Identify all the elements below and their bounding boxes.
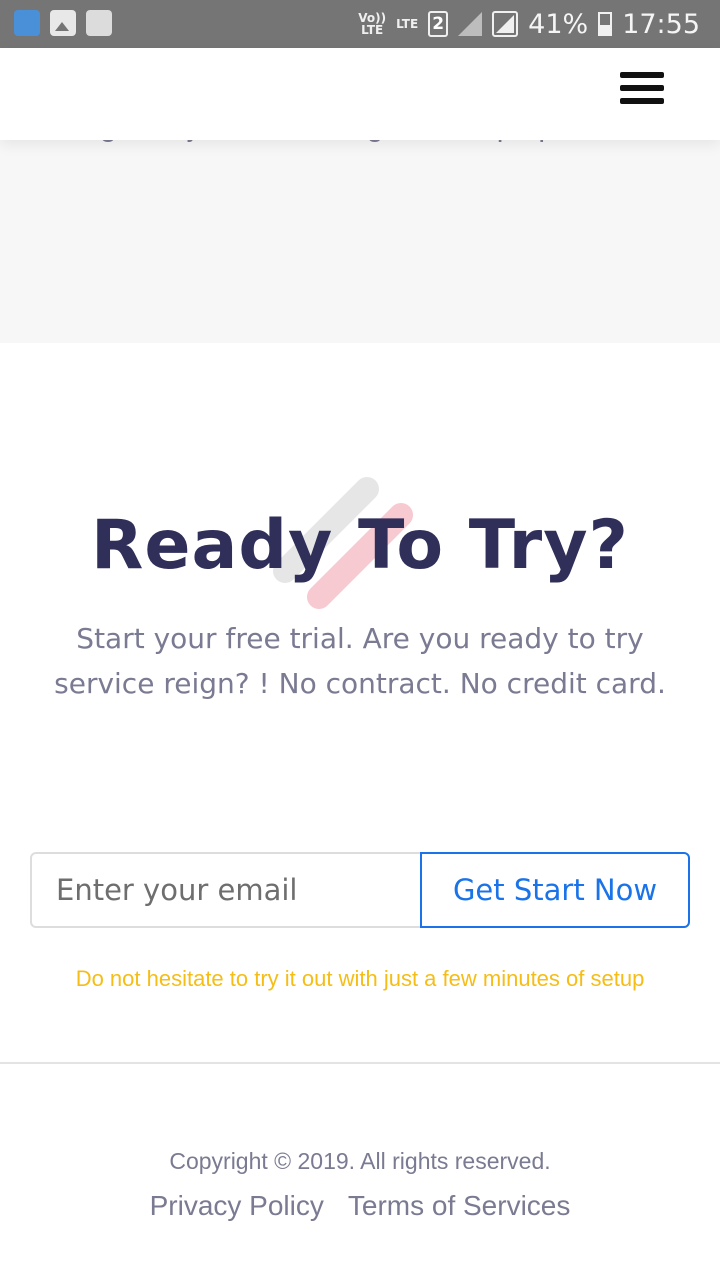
privacy-policy-link[interactable]: Privacy Policy [150, 1190, 324, 1222]
volte-indicator: Vo)) LTE [358, 11, 387, 37]
hamburger-menu-icon[interactable] [620, 72, 664, 112]
gallery-icon [50, 10, 76, 36]
cta-description: Start your free trial. Are you ready to … [54, 622, 666, 700]
features-text: Images in just a few drag-and-drop opera… [40, 140, 680, 150]
site-header [0, 48, 720, 140]
cta-title: Ready To Try? [90, 506, 629, 585]
footer-divider [0, 1062, 720, 1064]
signal-icon [458, 12, 483, 36]
copyright-text: Copyright © 2019. All rights reserved. [169, 1148, 551, 1174]
setup-hint: Do not hesitate to try it out with just … [75, 966, 645, 991]
es-file-explorer-icon [14, 10, 40, 36]
recycle-icon [86, 10, 112, 36]
system-icons: Vo)) LTE LTE 2 41% 17:55 [358, 6, 700, 42]
sim-2-icon: 2 [428, 11, 449, 37]
battery-icon [598, 12, 613, 36]
clock: 17:55 [622, 8, 700, 40]
status-bar: Vo)) LTE LTE 2 41% 17:55 [0, 0, 720, 48]
signup-form: Get Start Now [30, 852, 690, 928]
cta-heading-wrap: Ready To Try? [0, 472, 720, 614]
lte-indicator: LTE [396, 17, 419, 31]
signal-strength-icon [492, 11, 519, 37]
get-start-now-button[interactable]: Get Start Now [420, 852, 690, 928]
battery-percent: 41% [528, 8, 589, 40]
footer-links: Privacy Policy Terms of Services [0, 1190, 720, 1222]
notification-icons [14, 10, 112, 36]
terms-of-services-link[interactable]: Terms of Services [348, 1190, 571, 1222]
email-input[interactable] [30, 852, 422, 928]
features-section: Images in just a few drag-and-drop opera… [0, 140, 720, 343]
